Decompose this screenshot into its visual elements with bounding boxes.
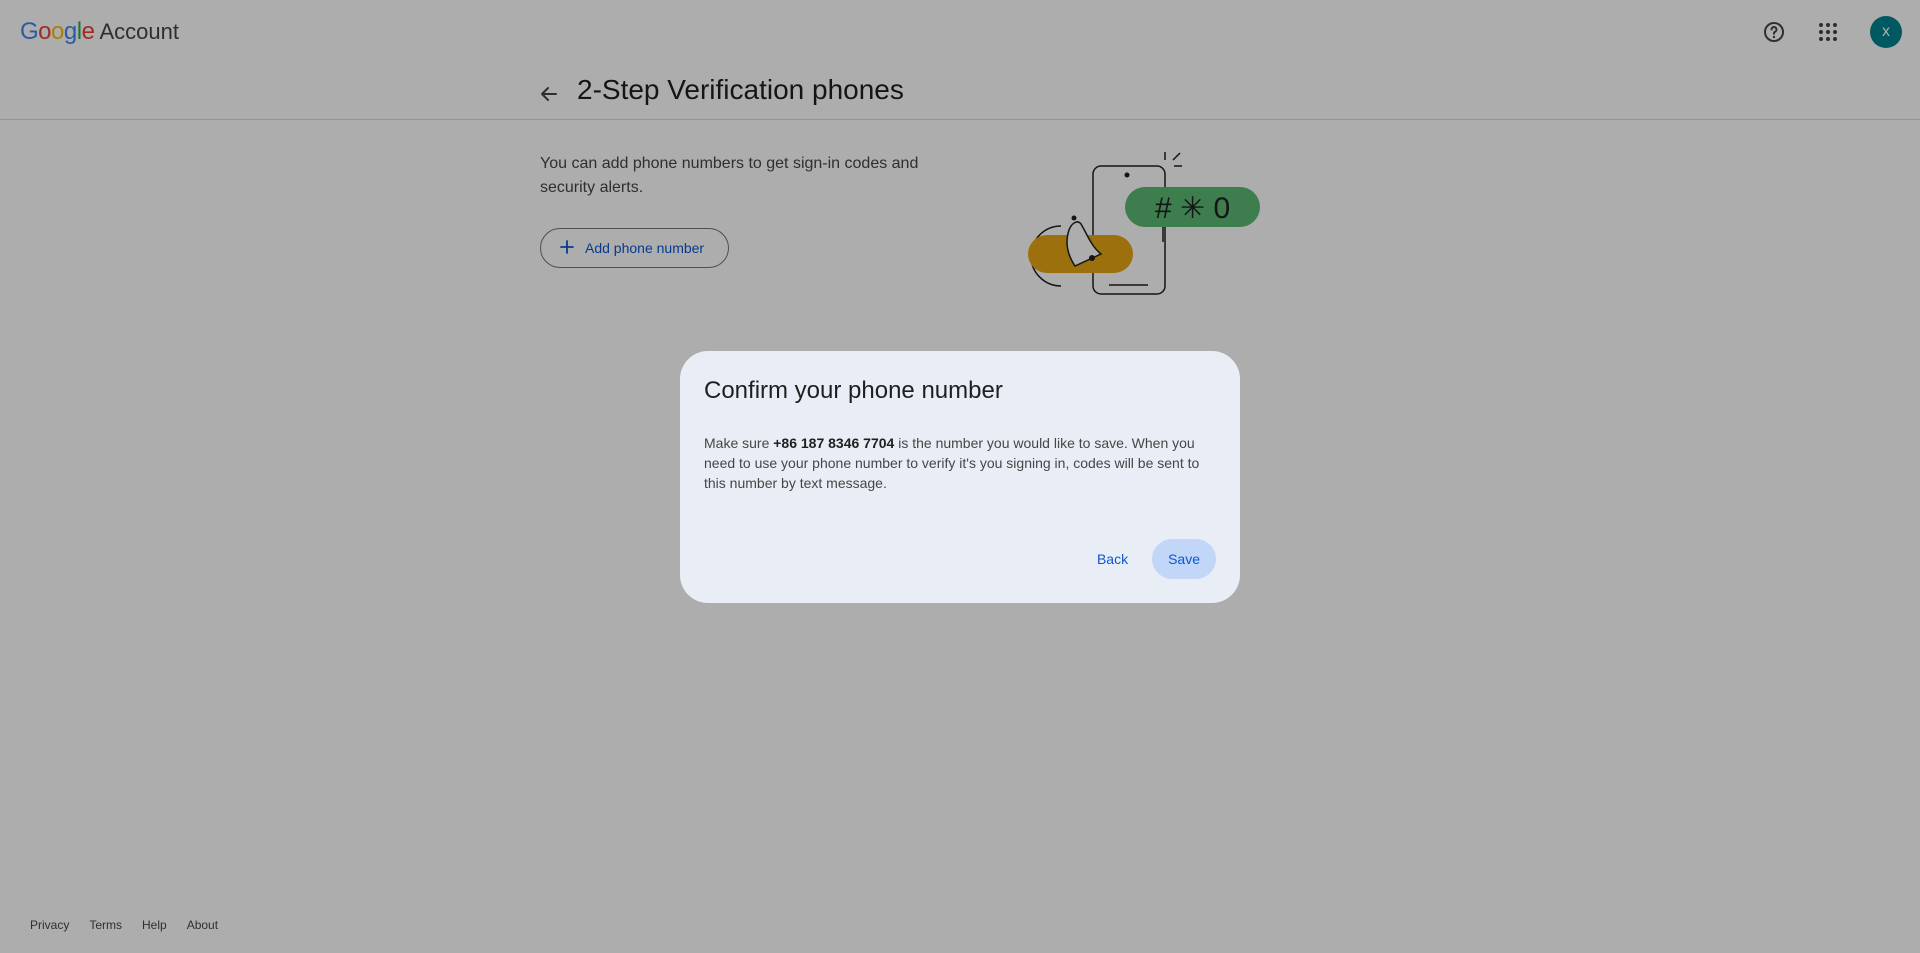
confirm-phone-dialog: Confirm your phone number Make sure +86 …: [680, 351, 1240, 603]
back-button[interactable]: Back: [1081, 539, 1144, 579]
dialog-title: Confirm your phone number: [704, 377, 1003, 404]
dialog-actions: Back Save: [1081, 539, 1216, 579]
save-button[interactable]: Save: [1152, 539, 1216, 579]
dialog-body: Make sure +86 187 8346 7704 is the numbe…: [704, 433, 1218, 493]
dialog-body-prefix: Make sure: [704, 435, 774, 451]
phone-number: +86 187 8346 7704: [773, 435, 895, 451]
